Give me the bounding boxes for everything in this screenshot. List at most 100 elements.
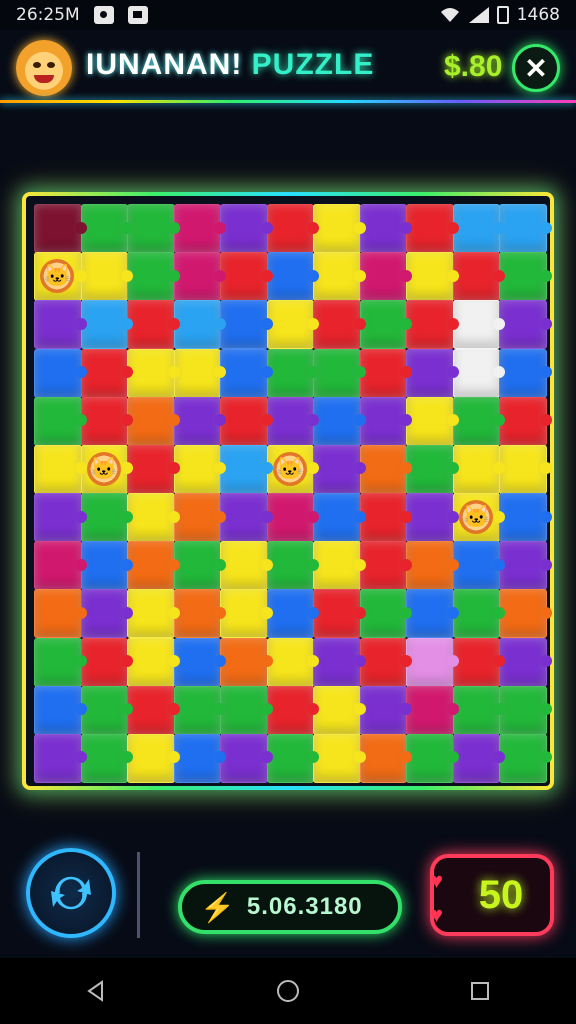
puzzle-piece[interactable] bbox=[359, 396, 412, 446]
puzzle-piece[interactable] bbox=[499, 493, 552, 543]
puzzle-piece[interactable] bbox=[266, 637, 319, 687]
puzzle-piece[interactable] bbox=[406, 348, 459, 398]
puzzle-piece[interactable] bbox=[127, 348, 180, 398]
puzzle-piece[interactable] bbox=[80, 348, 133, 398]
puzzle-piece[interactable] bbox=[173, 300, 226, 350]
puzzle-piece[interactable] bbox=[173, 348, 226, 398]
puzzle-piece[interactable] bbox=[173, 589, 226, 639]
puzzle-piece[interactable] bbox=[359, 685, 412, 735]
recents-button[interactable] bbox=[460, 971, 500, 1011]
puzzle-piece[interactable] bbox=[220, 493, 273, 543]
avatar[interactable] bbox=[16, 40, 72, 96]
puzzle-piece[interactable] bbox=[127, 685, 180, 735]
puzzle-piece[interactable] bbox=[452, 589, 505, 639]
puzzle-piece[interactable] bbox=[359, 444, 412, 494]
puzzle-piece[interactable] bbox=[406, 733, 459, 783]
close-button[interactable]: ✕ bbox=[512, 44, 560, 92]
puzzle-piece[interactable] bbox=[220, 396, 273, 446]
puzzle-piece[interactable] bbox=[359, 637, 412, 687]
puzzle-piece[interactable] bbox=[127, 637, 180, 687]
puzzle-piece[interactable] bbox=[266, 733, 319, 783]
puzzle-piece[interactable] bbox=[313, 637, 366, 687]
puzzle-piece[interactable] bbox=[452, 252, 505, 302]
puzzle-piece[interactable] bbox=[452, 733, 505, 783]
puzzle-piece[interactable] bbox=[80, 493, 133, 543]
puzzle-piece[interactable] bbox=[452, 300, 505, 350]
puzzle-piece[interactable] bbox=[127, 252, 180, 302]
puzzle-piece[interactable] bbox=[127, 396, 180, 446]
puzzle-piece[interactable] bbox=[359, 252, 412, 302]
puzzle-piece[interactable] bbox=[266, 541, 319, 591]
puzzle-piece[interactable] bbox=[499, 637, 552, 687]
puzzle-piece[interactable] bbox=[406, 252, 459, 302]
puzzle-piece[interactable] bbox=[359, 541, 412, 591]
puzzle-piece[interactable] bbox=[452, 685, 505, 735]
puzzle-piece[interactable] bbox=[220, 204, 273, 254]
puzzle-piece[interactable] bbox=[173, 396, 226, 446]
puzzle-piece[interactable] bbox=[266, 300, 319, 350]
puzzle-piece[interactable] bbox=[313, 733, 366, 783]
puzzle-piece[interactable] bbox=[173, 733, 226, 783]
puzzle-piece[interactable] bbox=[80, 204, 133, 254]
puzzle-piece[interactable] bbox=[80, 396, 133, 446]
puzzle-piece[interactable] bbox=[406, 204, 459, 254]
puzzle-piece[interactable] bbox=[127, 541, 180, 591]
puzzle-piece[interactable] bbox=[313, 444, 366, 494]
puzzle-piece[interactable] bbox=[34, 396, 87, 446]
puzzle-piece[interactable] bbox=[313, 204, 366, 254]
puzzle-piece[interactable] bbox=[80, 685, 133, 735]
puzzle-piece[interactable] bbox=[406, 493, 459, 543]
puzzle-piece[interactable] bbox=[173, 444, 226, 494]
puzzle-piece[interactable] bbox=[406, 396, 459, 446]
puzzle-piece[interactable] bbox=[406, 685, 459, 735]
puzzle-piece[interactable] bbox=[452, 396, 505, 446]
puzzle-piece[interactable] bbox=[127, 204, 180, 254]
puzzle-piece[interactable] bbox=[220, 685, 273, 735]
puzzle-piece[interactable] bbox=[80, 300, 133, 350]
puzzle-piece[interactable] bbox=[220, 300, 273, 350]
puzzle-piece[interactable] bbox=[173, 252, 226, 302]
puzzle-piece[interactable] bbox=[313, 348, 366, 398]
puzzle-piece[interactable] bbox=[266, 204, 319, 254]
puzzle-piece[interactable] bbox=[499, 589, 552, 639]
lives-counter[interactable]: ♥ ♥ 50 bbox=[430, 854, 554, 936]
puzzle-piece[interactable] bbox=[80, 541, 133, 591]
puzzle-piece[interactable] bbox=[313, 589, 366, 639]
puzzle-piece[interactable] bbox=[173, 685, 226, 735]
puzzle-piece[interactable] bbox=[452, 204, 505, 254]
puzzle-piece[interactable] bbox=[266, 252, 319, 302]
puzzle-piece[interactable] bbox=[220, 252, 273, 302]
puzzle-piece[interactable] bbox=[34, 541, 87, 591]
puzzle-piece[interactable] bbox=[80, 637, 133, 687]
puzzle-piece[interactable] bbox=[127, 733, 180, 783]
puzzle-piece[interactable] bbox=[406, 300, 459, 350]
puzzle-piece[interactable] bbox=[452, 348, 505, 398]
puzzle-piece[interactable] bbox=[34, 444, 87, 494]
puzzle-piece[interactable] bbox=[127, 300, 180, 350]
puzzle-piece[interactable] bbox=[34, 493, 87, 543]
puzzle-piece[interactable] bbox=[80, 589, 133, 639]
puzzle-piece[interactable] bbox=[266, 589, 319, 639]
puzzle-piece[interactable] bbox=[313, 396, 366, 446]
puzzle-piece[interactable] bbox=[127, 444, 180, 494]
puzzle-piece[interactable] bbox=[266, 396, 319, 446]
puzzle-piece[interactable] bbox=[499, 300, 552, 350]
puzzle-piece[interactable] bbox=[359, 733, 412, 783]
creature-icon[interactable]: 🐱 bbox=[273, 451, 307, 486]
shuffle-button[interactable] bbox=[26, 848, 116, 938]
puzzle-piece[interactable] bbox=[313, 493, 366, 543]
puzzle-piece[interactable] bbox=[220, 637, 273, 687]
back-button[interactable] bbox=[76, 971, 116, 1011]
puzzle-piece[interactable] bbox=[34, 589, 87, 639]
puzzle-piece[interactable] bbox=[34, 300, 87, 350]
puzzle-piece[interactable] bbox=[313, 685, 366, 735]
puzzle-piece[interactable] bbox=[34, 348, 87, 398]
puzzle-piece[interactable] bbox=[359, 300, 412, 350]
puzzle-piece[interactable] bbox=[499, 444, 552, 494]
puzzle-piece[interactable] bbox=[313, 541, 366, 591]
puzzle-piece[interactable] bbox=[499, 541, 552, 591]
puzzle-piece[interactable] bbox=[266, 685, 319, 735]
puzzle-piece[interactable] bbox=[499, 252, 552, 302]
puzzle-piece[interactable] bbox=[173, 637, 226, 687]
home-button[interactable] bbox=[268, 971, 308, 1011]
